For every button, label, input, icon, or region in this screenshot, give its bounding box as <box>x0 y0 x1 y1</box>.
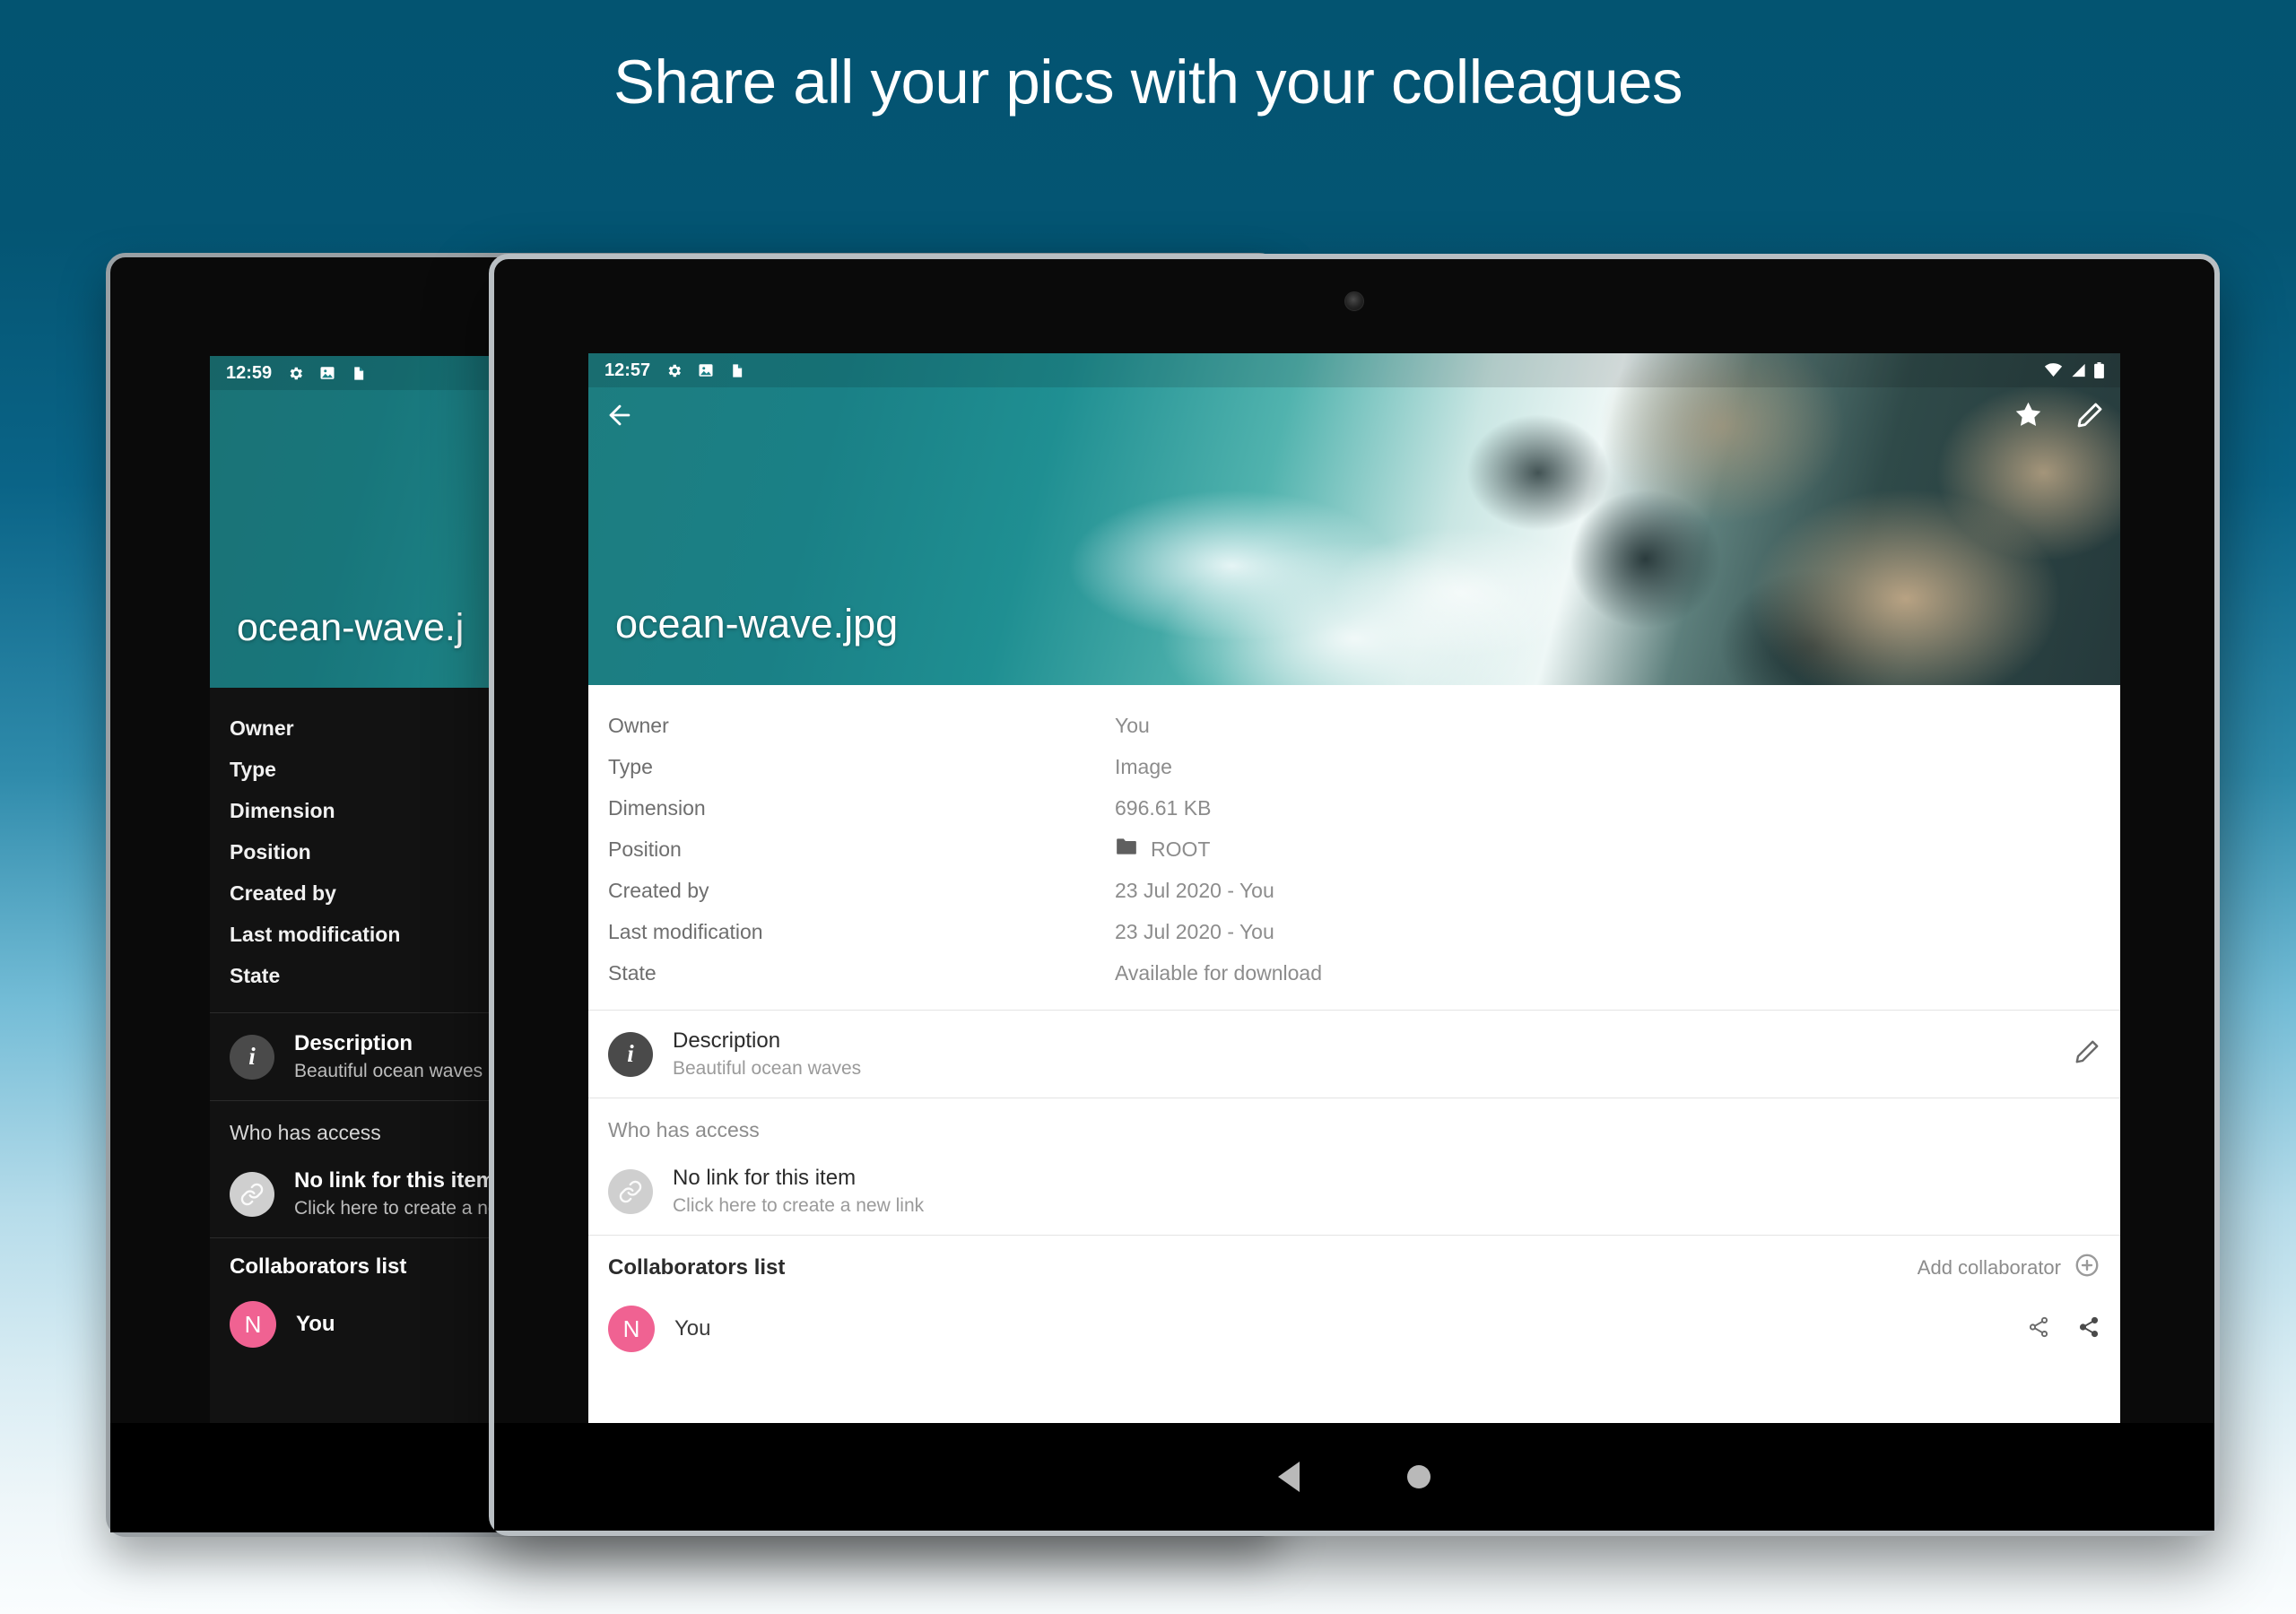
meta-label: Last modification <box>230 922 401 946</box>
nav-back-icon[interactable] <box>1278 1462 1300 1492</box>
status-time: 12:57 <box>604 360 651 380</box>
edit-description-pencil-icon[interactable] <box>2074 1038 2100 1070</box>
meta-value: ROOT <box>1151 837 1211 861</box>
collaborator-name: You <box>674 1316 711 1341</box>
meta-value: 23 Jul 2020 - You <box>1115 878 1274 902</box>
meta-label: Position <box>230 839 311 863</box>
table-row: Dimension 696.61 KB <box>588 787 2120 829</box>
table-row: Created by 23 Jul 2020 - You <box>588 870 2120 911</box>
link-title: No link for this item <box>673 1166 857 1190</box>
meta-label: Created by <box>608 878 709 902</box>
front-tablet-screen: 12:57 ocean-wave.jpg Owner You Type Imag… <box>588 353 2120 1423</box>
back-file-title: ocean-wave.j <box>237 606 465 649</box>
link-icon <box>608 1168 653 1214</box>
share-icon[interactable] <box>2077 1315 2100 1343</box>
meta-label: Last modification <box>608 919 763 943</box>
meta-value: Image <box>1115 754 1172 778</box>
meta-value: 23 Jul 2020 - You <box>1115 919 1274 943</box>
meta-value: You <box>1115 713 1150 737</box>
meta-label: Position <box>608 837 682 861</box>
table-row: State Available for download <box>588 952 2120 994</box>
image-icon <box>319 365 335 381</box>
nav-home-icon[interactable] <box>1407 1465 1431 1488</box>
link-subtitle: Click here to create a new link <box>673 1195 925 1216</box>
collaborator-row[interactable]: N You <box>588 1293 2120 1365</box>
wifi-icon <box>2044 363 2063 377</box>
front-collaborators-header: Collaborators list Add collaborator <box>588 1236 2120 1293</box>
meta-label: State <box>608 960 657 985</box>
meta-label: Created by <box>230 881 336 905</box>
collaborators-title: Collaborators list <box>608 1255 786 1280</box>
folder-icon <box>1115 837 1138 862</box>
link-icon <box>230 1171 274 1217</box>
image-icon <box>698 362 714 378</box>
meta-label: Dimension <box>608 795 706 820</box>
front-tablet-device: 12:57 ocean-wave.jpg Owner You Type Imag… <box>489 254 2220 1536</box>
avatar: N <box>608 1306 655 1352</box>
table-row: Position ROOT <box>588 829 2120 870</box>
gear-icon <box>665 362 683 379</box>
collaborators-title: Collaborators list <box>230 1254 407 1279</box>
battery-icon <box>2094 362 2104 378</box>
signal-icon <box>2071 363 2086 377</box>
camera-icon <box>1344 291 1364 311</box>
plus-circle-icon <box>2074 1252 2100 1284</box>
front-status-bar: 12:57 <box>588 353 2120 387</box>
meta-label: Type <box>230 757 276 781</box>
table-row: Last modification 23 Jul 2020 - You <box>588 911 2120 952</box>
status-time: 12:59 <box>226 362 273 383</box>
document-icon <box>729 362 744 379</box>
front-app-bar <box>588 387 2120 447</box>
share-icon[interactable] <box>2027 1315 2050 1343</box>
add-collaborator-label: Add collaborator <box>1917 1256 2061 1279</box>
description-title: Description <box>673 1028 781 1053</box>
front-description-section[interactable]: i Description Beautiful ocean waves <box>588 1011 2120 1098</box>
meta-value: 696.61 KB <box>1115 795 1212 820</box>
meta-label: Owner <box>608 713 669 737</box>
meta-label: Type <box>608 754 653 778</box>
table-row: Type Image <box>588 746 2120 787</box>
back-arrow-icon[interactable] <box>604 400 635 435</box>
collaborator-name: You <box>296 1312 335 1336</box>
meta-label: Dimension <box>230 798 335 822</box>
meta-value-position: ROOT <box>1115 837 1210 862</box>
description-text: Beautiful ocean waves <box>673 1058 862 1079</box>
page-headline: Share all your pics with your colleagues <box>613 48 1683 117</box>
front-file-title: ocean-wave.jpg <box>615 601 899 646</box>
star-icon[interactable] <box>2013 400 2043 434</box>
avatar: N <box>230 1301 276 1348</box>
pencil-icon[interactable] <box>2075 401 2104 434</box>
document-icon <box>351 365 366 382</box>
meta-value: Available for download <box>1115 960 1323 985</box>
meta-label: Owner <box>230 716 294 740</box>
front-access-header: Who has access <box>608 1118 760 1141</box>
info-icon: i <box>230 1034 274 1080</box>
front-hero-image: 12:57 ocean-wave.jpg <box>588 353 2120 685</box>
gear-icon <box>287 365 304 382</box>
front-detail-panel: Owner You Type Image Dimension 696.61 KB… <box>588 685 2120 1423</box>
front-link-row[interactable]: No link for this item Click here to crea… <box>588 1148 2120 1235</box>
table-row: Owner You <box>588 705 2120 746</box>
meta-label: State <box>230 963 281 987</box>
add-collaborator-button[interactable]: Add collaborator <box>1918 1252 2100 1284</box>
front-navigation-bar <box>494 1423 2214 1531</box>
front-meta-list: Owner You Type Image Dimension 696.61 KB… <box>588 685 2120 1010</box>
info-icon: i <box>608 1031 653 1077</box>
